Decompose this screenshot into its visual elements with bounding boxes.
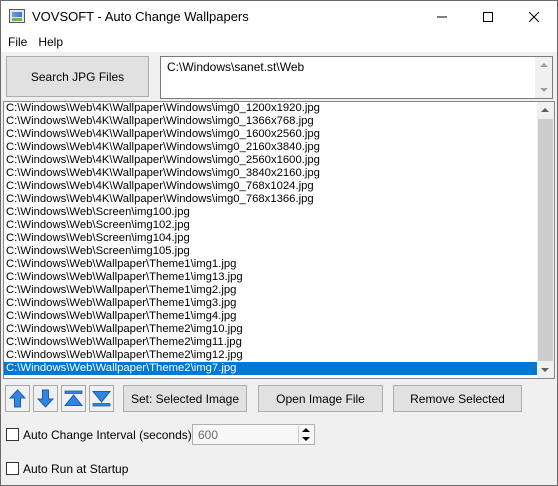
- scroll-up-icon[interactable]: [541, 108, 549, 112]
- list-item[interactable]: C:\Windows\Web\4K\Wallpaper\Windows\img0…: [4, 141, 538, 154]
- list-item[interactable]: C:\Windows\Web\4K\Wallpaper\Windows\img0…: [4, 154, 538, 167]
- list-item[interactable]: C:\Windows\Web\4K\Wallpaper\Windows\img0…: [4, 180, 538, 193]
- close-icon: [529, 11, 539, 22]
- remove-selected-button[interactable]: Remove Selected: [393, 385, 522, 412]
- list-item[interactable]: C:\Windows\Web\Wallpaper\Theme2\img12.jp…: [4, 349, 538, 362]
- set-selected-image-button[interactable]: Set: Selected Image: [123, 385, 247, 412]
- list-item[interactable]: C:\Windows\Web\Wallpaper\Theme2\img10.jp…: [4, 323, 538, 336]
- list-item[interactable]: C:\Windows\Web\Wallpaper\Theme2\img11.jp…: [4, 336, 538, 349]
- interval-seconds-stepper[interactable]: 600: [192, 424, 315, 445]
- search-jpg-files-button[interactable]: Search JPG Files: [6, 56, 149, 97]
- menu-help[interactable]: Help: [31, 35, 63, 49]
- app-window: VOVSOFT - Auto Change Wallpapers File He…: [0, 0, 558, 486]
- spin-down-icon[interactable]: [302, 437, 310, 441]
- search-path-text: C:\Windows\sanet.st\Web: [167, 60, 305, 74]
- list-item[interactable]: C:\Windows\Web\4K\Wallpaper\Windows\img0…: [4, 128, 538, 141]
- spin-up-icon[interactable]: [302, 428, 310, 432]
- list-item[interactable]: C:\Windows\Web\Wallpaper\Theme1\img4.jpg: [4, 310, 538, 323]
- arrow-up-icon: [9, 389, 26, 408]
- close-button[interactable]: [511, 1, 557, 32]
- minimize-icon: [437, 16, 447, 17]
- auto-change-interval-label: Auto Change Interval (seconds):: [23, 428, 196, 442]
- scroll-down-icon[interactable]: [541, 368, 549, 372]
- move-up-button[interactable]: [5, 385, 30, 412]
- menu-file[interactable]: File: [1, 35, 27, 49]
- list-item[interactable]: C:\Windows\Web\Wallpaper\Theme1\img1.jpg: [4, 258, 538, 271]
- list-item[interactable]: C:\Windows\Web\Screen\img104.jpg: [4, 232, 538, 245]
- interval-spin-buttons[interactable]: [298, 426, 313, 443]
- list-item[interactable]: C:\Windows\Web\Wallpaper\Theme1\img3.jpg: [4, 297, 538, 310]
- maximize-button[interactable]: [465, 1, 511, 32]
- open-image-file-button[interactable]: Open Image File: [258, 385, 383, 412]
- arrow-down-icon: [37, 389, 54, 408]
- move-down-button[interactable]: [33, 385, 58, 412]
- list-item[interactable]: C:\Windows\Web\Wallpaper\Theme2\img7.jpg: [4, 362, 538, 375]
- auto-run-startup-label: Auto Run at Startup: [23, 462, 129, 476]
- move-bottom-button[interactable]: [89, 385, 114, 412]
- arrow-top-icon: [64, 390, 83, 406]
- file-list[interactable]: C:\Windows\Web\4K\Wallpaper\Windows\img0…: [3, 101, 555, 379]
- menu-bar: File Help: [1, 32, 557, 52]
- search-path-field[interactable]: C:\Windows\sanet.st\Web: [160, 56, 553, 99]
- path-scrollbar[interactable]: [535, 57, 552, 98]
- list-item[interactable]: C:\Windows\Web\4K\Wallpaper\Windows\img0…: [4, 193, 538, 206]
- scrollbar-thumb[interactable]: [538, 119, 553, 361]
- list-item[interactable]: C:\Windows\Web\Screen\img102.jpg: [4, 219, 538, 232]
- scroll-up-icon[interactable]: [540, 63, 548, 67]
- file-list-items: C:\Windows\Web\4K\Wallpaper\Windows\img0…: [4, 102, 538, 375]
- auto-change-interval-checkbox[interactable]: [6, 428, 19, 441]
- app-wallpaper-icon: [9, 9, 25, 23]
- file-list-scrollbar[interactable]: [537, 102, 554, 378]
- list-item[interactable]: C:\Windows\Web\Screen\img100.jpg: [4, 206, 538, 219]
- auto-run-startup-checkbox[interactable]: [6, 462, 19, 475]
- list-item[interactable]: C:\Windows\Web\Wallpaper\Theme1\img2.jpg: [4, 284, 538, 297]
- list-item[interactable]: C:\Windows\Web\4K\Wallpaper\Windows\img0…: [4, 102, 538, 115]
- list-item[interactable]: C:\Windows\Web\4K\Wallpaper\Windows\img0…: [4, 167, 538, 180]
- minimize-button[interactable]: [419, 1, 465, 32]
- interval-seconds-value: 600: [198, 428, 219, 442]
- arrow-bottom-icon: [92, 391, 111, 407]
- list-item[interactable]: C:\Windows\Web\Wallpaper\Theme1\img13.jp…: [4, 271, 538, 284]
- scroll-down-icon[interactable]: [540, 88, 548, 92]
- maximize-icon: [483, 11, 493, 22]
- move-top-button[interactable]: [61, 385, 86, 412]
- list-item[interactable]: C:\Windows\Web\4K\Wallpaper\Windows\img0…: [4, 115, 538, 128]
- window-title: VOVSOFT - Auto Change Wallpapers: [32, 9, 249, 24]
- list-item[interactable]: C:\Windows\Web\Screen\img105.jpg: [4, 245, 538, 258]
- title-bar: VOVSOFT - Auto Change Wallpapers: [1, 1, 557, 32]
